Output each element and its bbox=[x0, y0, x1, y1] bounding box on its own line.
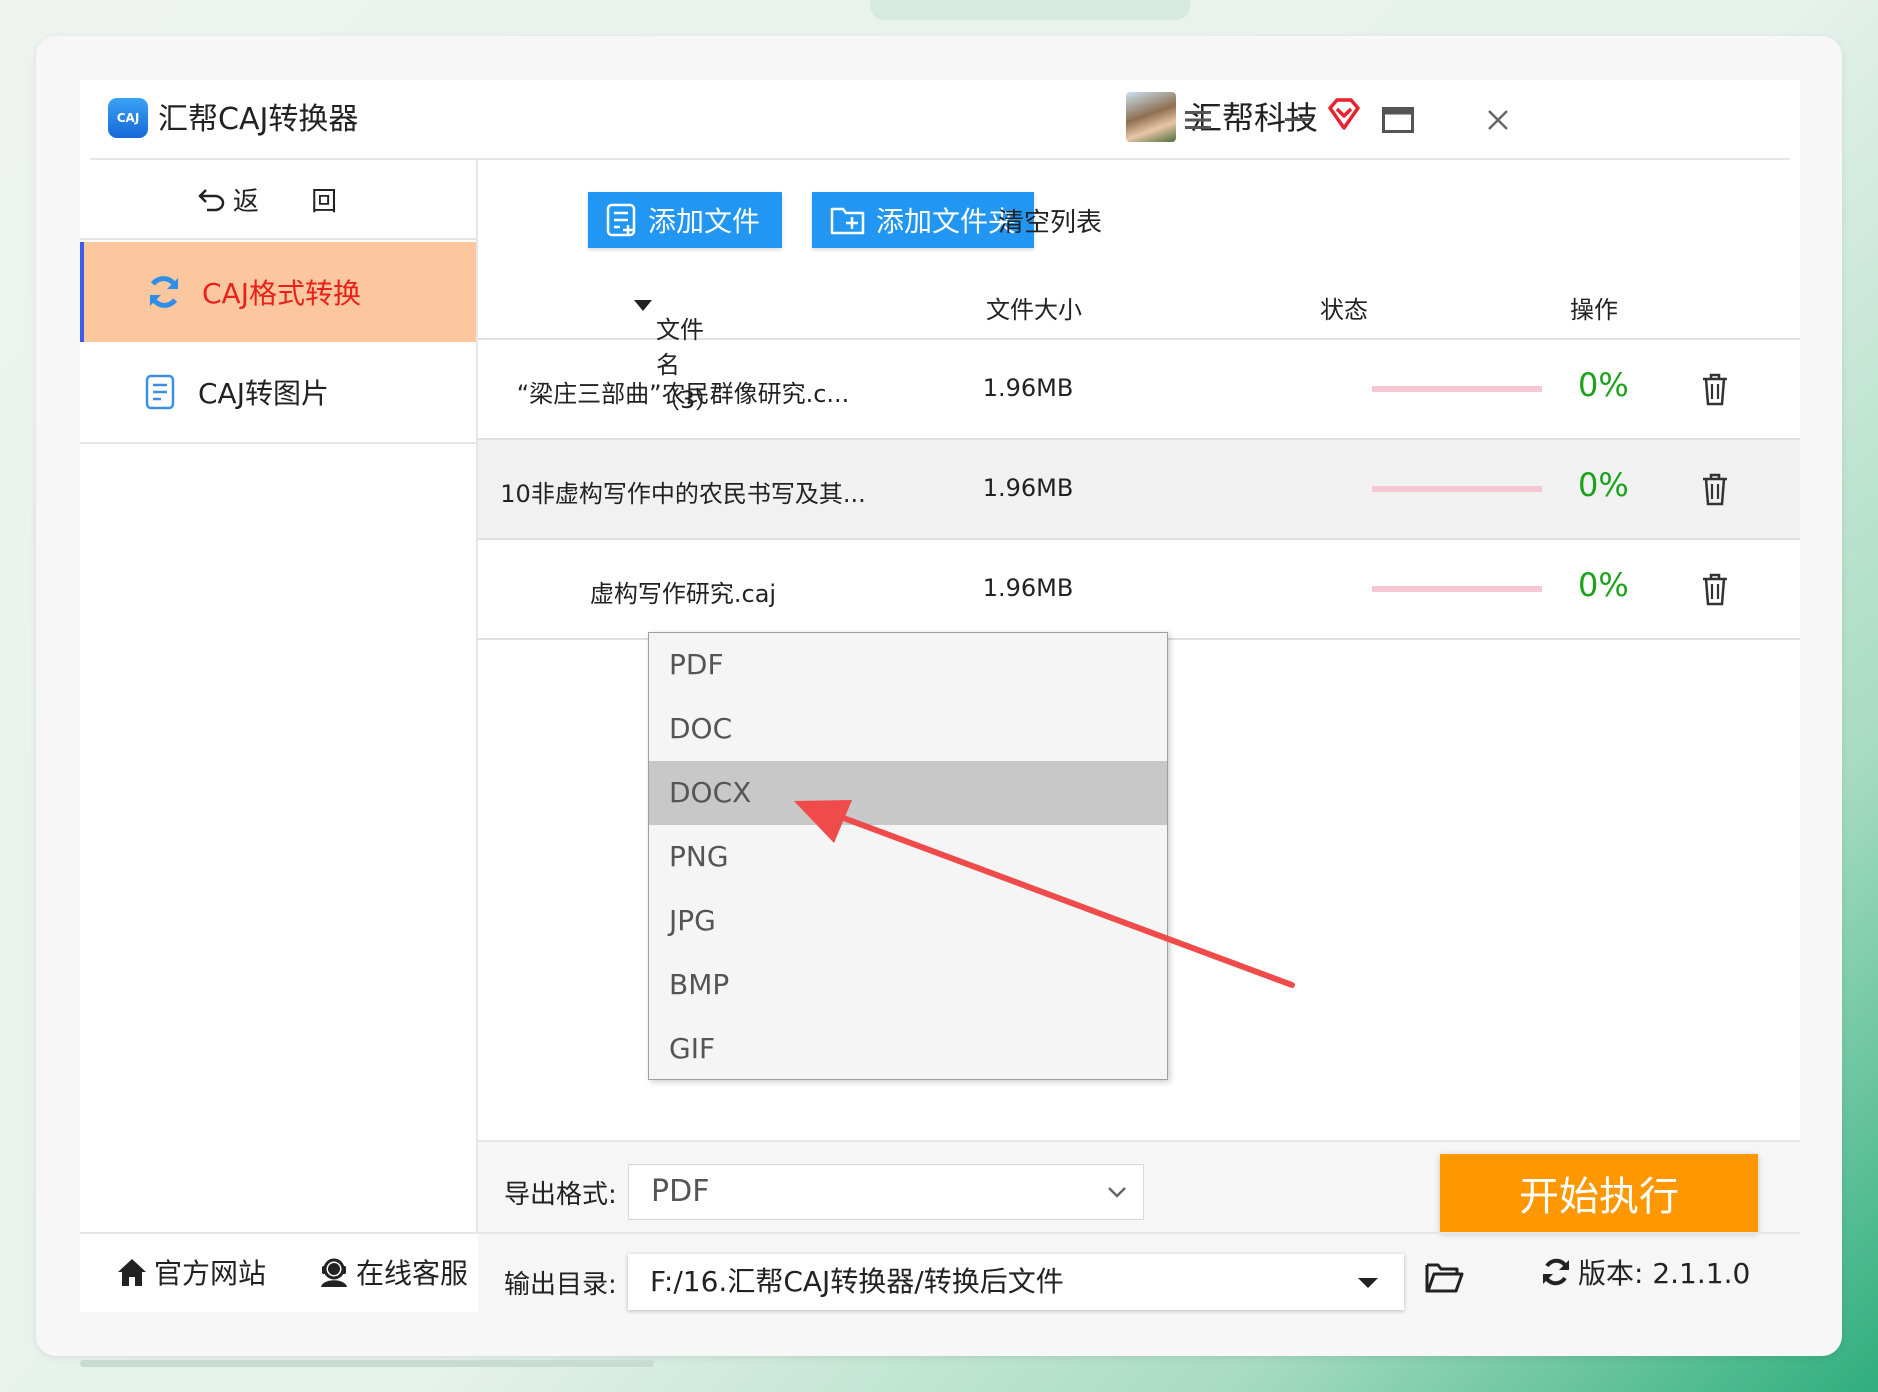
close-icon[interactable] bbox=[1478, 100, 1518, 140]
format-option-png[interactable]: PNG bbox=[649, 825, 1167, 889]
start-button[interactable]: 开始执行 bbox=[1440, 1154, 1758, 1232]
maximize-icon[interactable] bbox=[1378, 100, 1418, 140]
back-button[interactable]: 返 回 bbox=[80, 160, 476, 240]
format-dropdown-list: PDF DOC DOCX PNG JPG BMP GIF bbox=[648, 632, 1168, 1080]
file-name: 10非虚构写作中的农民书写及其... bbox=[500, 480, 866, 508]
menu-icon[interactable] bbox=[1178, 100, 1218, 140]
sidebar: 返 回 CAJ格式转换 CAJ转图片 bbox=[80, 160, 478, 1232]
website-label: 官方网站 bbox=[154, 1257, 267, 1290]
format-option-jpg[interactable]: JPG bbox=[649, 889, 1167, 953]
user-avatar[interactable] bbox=[1126, 92, 1176, 142]
format-option-gif[interactable]: GIF bbox=[649, 1017, 1167, 1081]
format-option-docx[interactable]: DOCX bbox=[649, 761, 1167, 825]
chevron-down-icon bbox=[1108, 1187, 1126, 1198]
footer: 官方网站 在线客服 版本: 2.1.1.0 bbox=[80, 1232, 1800, 1314]
file-size: 1.96MB bbox=[982, 374, 1074, 402]
version-label: 版本: 2.1.1.0 bbox=[1578, 1257, 1751, 1290]
sidebar-item-caj-format[interactable]: CAJ格式转换 bbox=[80, 242, 476, 342]
progress-bar bbox=[1372, 486, 1542, 492]
title-bar: CAJ 汇帮CAJ转换器 汇帮科技 bbox=[80, 80, 1800, 160]
sync-icon bbox=[1540, 1256, 1572, 1288]
back-label: 返 回 bbox=[232, 186, 360, 217]
support-label: 在线客服 bbox=[356, 1257, 469, 1290]
export-format-label: 导出格式: bbox=[504, 1180, 617, 1210]
add-file-button[interactable]: 添加文件 bbox=[588, 192, 782, 248]
back-arrow-icon bbox=[198, 189, 225, 212]
file-name: 虚构写作研究.caj bbox=[589, 580, 777, 608]
header-size: 文件大小 bbox=[986, 296, 1082, 324]
sidebar-item-caj-image[interactable]: CAJ转图片 bbox=[80, 342, 476, 444]
table-row[interactable]: 10非虚构写作中的农民书写及其... 1.96MB 0% bbox=[478, 440, 1800, 540]
progress-bar bbox=[1372, 386, 1542, 392]
background-scroll-line bbox=[80, 1360, 654, 1367]
sort-name-header[interactable]: 文件名（3） bbox=[634, 290, 719, 414]
sidebar-item-label: CAJ格式转换 bbox=[202, 277, 361, 310]
file-size: 1.96MB bbox=[982, 574, 1074, 602]
headset-icon bbox=[318, 1256, 350, 1288]
file-name: “梁庄三部曲”农民群像研究.c... bbox=[516, 380, 850, 408]
format-option-pdf[interactable]: PDF bbox=[649, 633, 1167, 697]
home-icon bbox=[116, 1257, 148, 1287]
version-info[interactable]: 版本: 2.1.1.0 bbox=[1540, 1252, 1750, 1292]
format-option-doc[interactable]: DOC bbox=[649, 697, 1167, 761]
table-header: 文件名（3） 文件大小 状态 操作 bbox=[478, 270, 1800, 414]
background-tab bbox=[870, 0, 1190, 20]
document-icon bbox=[138, 370, 182, 414]
progress-percent: 0% bbox=[1578, 566, 1629, 604]
table-row[interactable]: “梁庄三部曲”农民群像研究.c... 1.96MB 0% bbox=[478, 340, 1800, 440]
minimize-icon[interactable] bbox=[1278, 100, 1318, 140]
add-file-icon bbox=[606, 203, 638, 237]
progress-percent: 0% bbox=[1578, 466, 1629, 504]
format-option-bmp[interactable]: BMP bbox=[649, 953, 1167, 1017]
export-format-select[interactable]: PDF bbox=[628, 1164, 1144, 1220]
file-size: 1.96MB bbox=[982, 474, 1074, 502]
website-link[interactable]: 官方网站 bbox=[116, 1252, 266, 1292]
progress-bar bbox=[1372, 586, 1542, 592]
refresh-icon bbox=[142, 270, 186, 314]
trash-icon[interactable] bbox=[1700, 572, 1730, 606]
trash-icon[interactable] bbox=[1700, 372, 1730, 406]
app-logo-icon: CAJ bbox=[108, 98, 148, 138]
add-folder-label: 添加文件夹 bbox=[876, 205, 1017, 238]
vip-diamond-icon[interactable] bbox=[1326, 96, 1362, 132]
clear-list-button[interactable]: 清空列表 bbox=[998, 202, 1102, 239]
support-link[interactable]: 在线客服 bbox=[318, 1252, 468, 1292]
sort-down-icon bbox=[634, 300, 652, 311]
header-status: 状态 bbox=[1320, 296, 1368, 324]
header-action: 操作 bbox=[1570, 296, 1618, 324]
export-format-value: PDF bbox=[651, 1174, 710, 1209]
progress-percent: 0% bbox=[1578, 366, 1629, 404]
app-title: 汇帮CAJ转换器 bbox=[158, 102, 359, 137]
add-file-label: 添加文件 bbox=[648, 205, 761, 238]
add-folder-icon bbox=[830, 204, 866, 236]
trash-icon[interactable] bbox=[1700, 472, 1730, 506]
table-row[interactable]: 虚构写作研究.caj 1.96MB 0% bbox=[478, 540, 1800, 640]
sidebar-item-label: CAJ转图片 bbox=[198, 377, 329, 410]
